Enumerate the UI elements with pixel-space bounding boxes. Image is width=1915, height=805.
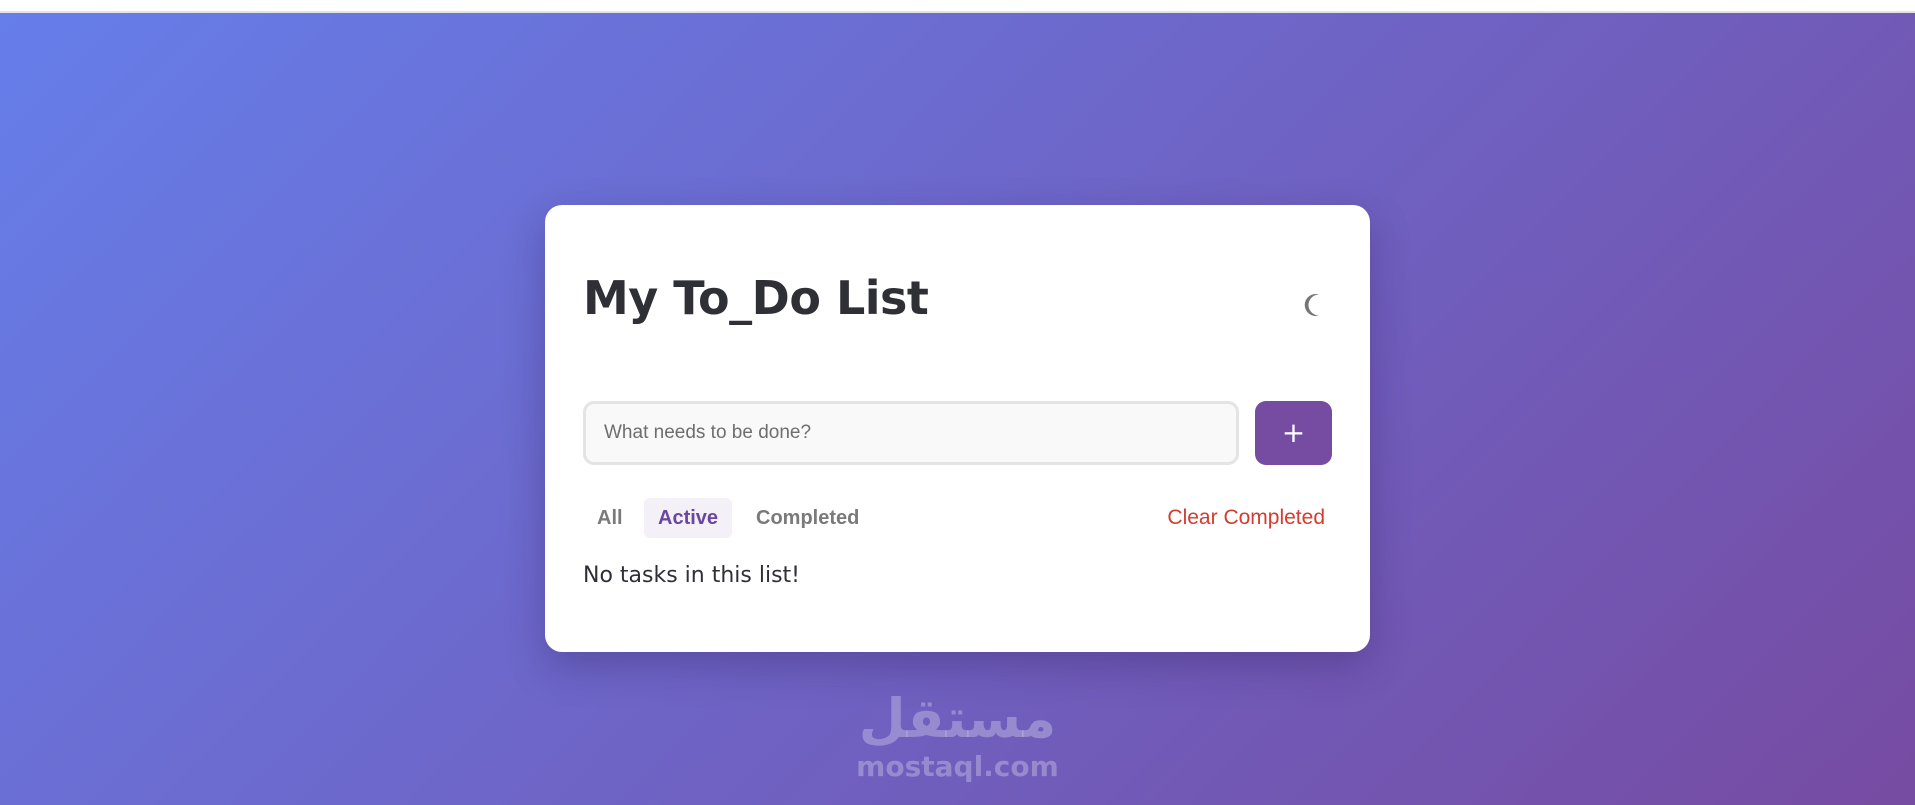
moon-icon (1300, 290, 1330, 320)
add-task-button[interactable]: + (1255, 401, 1332, 465)
theme-toggle-button[interactable] (1300, 290, 1330, 320)
filter-completed[interactable]: Completed (742, 498, 873, 538)
browser-top-edge (0, 0, 1915, 13)
todo-card: My To_Do List + All Active Completed Cle… (545, 205, 1370, 652)
watermark-logo: مستقل (858, 687, 1057, 750)
new-task-input[interactable] (583, 401, 1239, 465)
empty-list-message: No tasks in this list! (583, 563, 800, 588)
clear-completed-button[interactable]: Clear Completed (1167, 498, 1325, 538)
filter-all[interactable]: All (583, 498, 637, 538)
filter-active[interactable]: Active (644, 498, 733, 538)
watermark-url: mostaql.com (856, 750, 1059, 783)
watermark: مستقل mostaql.com (845, 688, 1070, 784)
page-title: My To_Do List (583, 271, 929, 325)
